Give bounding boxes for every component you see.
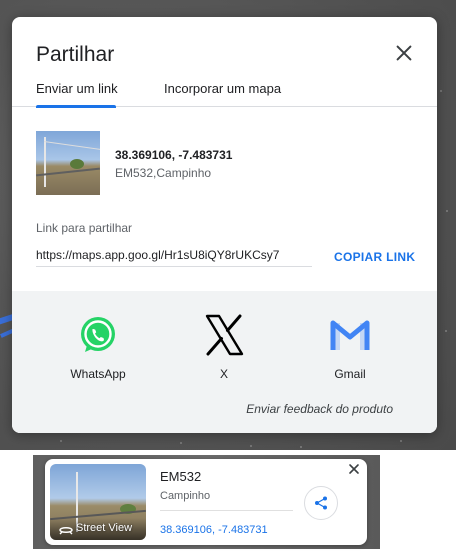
tab-embed-map[interactable]: Incorporar um mapa	[164, 81, 281, 96]
place-address: EM532,Campinho	[115, 166, 212, 180]
screen: Partilhar Enviar um link Incorporar um m…	[0, 0, 456, 553]
street-view-thumbnail[interactable]: Street View	[50, 464, 146, 540]
share-link-field[interactable]: https://maps.app.goo.gl/Hr1sU8iQY8rUKCsy…	[36, 245, 312, 267]
mini-card-coordinates[interactable]: 38.369106, -7.483731	[160, 524, 268, 536]
map-speck	[60, 440, 62, 442]
mini-card-subtitle: Campinho	[160, 490, 211, 502]
share-whatsapp-label: WhatsApp	[70, 367, 126, 381]
close-button[interactable]	[393, 42, 415, 64]
share-icon	[315, 496, 327, 510]
street-view-icon	[59, 527, 73, 535]
close-icon	[349, 464, 359, 474]
map-speck	[440, 90, 442, 92]
dialog-title: Partilhar	[36, 43, 115, 66]
link-label: Link para partilhar	[36, 221, 133, 235]
mini-card-title: EM532	[160, 469, 202, 484]
thumb-pole	[44, 137, 46, 187]
mini-card-close-button[interactable]	[348, 463, 360, 475]
map-speck	[300, 446, 302, 448]
tab-bar: Enviar um link Incorporar um mapa	[12, 79, 437, 108]
street-view-label: Street View	[76, 522, 133, 534]
share-gmail-button[interactable]: Gmail	[305, 313, 395, 383]
copy-link-button[interactable]: COPIAR LINK	[334, 250, 415, 264]
map-speck	[446, 210, 448, 212]
mini-share-button[interactable]	[304, 486, 338, 520]
divider	[160, 510, 293, 511]
map-speck	[445, 330, 447, 332]
whatsapp-icon	[81, 317, 115, 352]
close-icon	[396, 45, 412, 61]
tab-send-link[interactable]: Enviar um link	[36, 81, 118, 96]
place-coordinates: 38.369106, -7.483731	[115, 148, 233, 162]
thumb-wire	[43, 141, 100, 151]
place-thumbnail	[36, 131, 100, 195]
gmail-icon	[330, 320, 370, 350]
share-dialog: Partilhar Enviar um link Incorporar um m…	[12, 17, 437, 433]
map-speck	[180, 442, 182, 444]
share-x-label: X	[219, 367, 228, 381]
share-x-button[interactable]: X	[179, 313, 269, 383]
thumb-tree	[70, 159, 84, 169]
x-icon	[205, 314, 244, 356]
send-feedback-link[interactable]: Enviar feedback do produto	[246, 402, 393, 416]
place-mini-card: Street View EM532 Campinho 38.369106, -7…	[45, 459, 367, 545]
map-speck	[250, 445, 252, 447]
share-whatsapp-button[interactable]: WhatsApp	[53, 313, 143, 383]
share-gmail-label: Gmail	[334, 367, 366, 381]
active-tab-indicator	[36, 105, 116, 108]
map-speck	[400, 440, 402, 442]
